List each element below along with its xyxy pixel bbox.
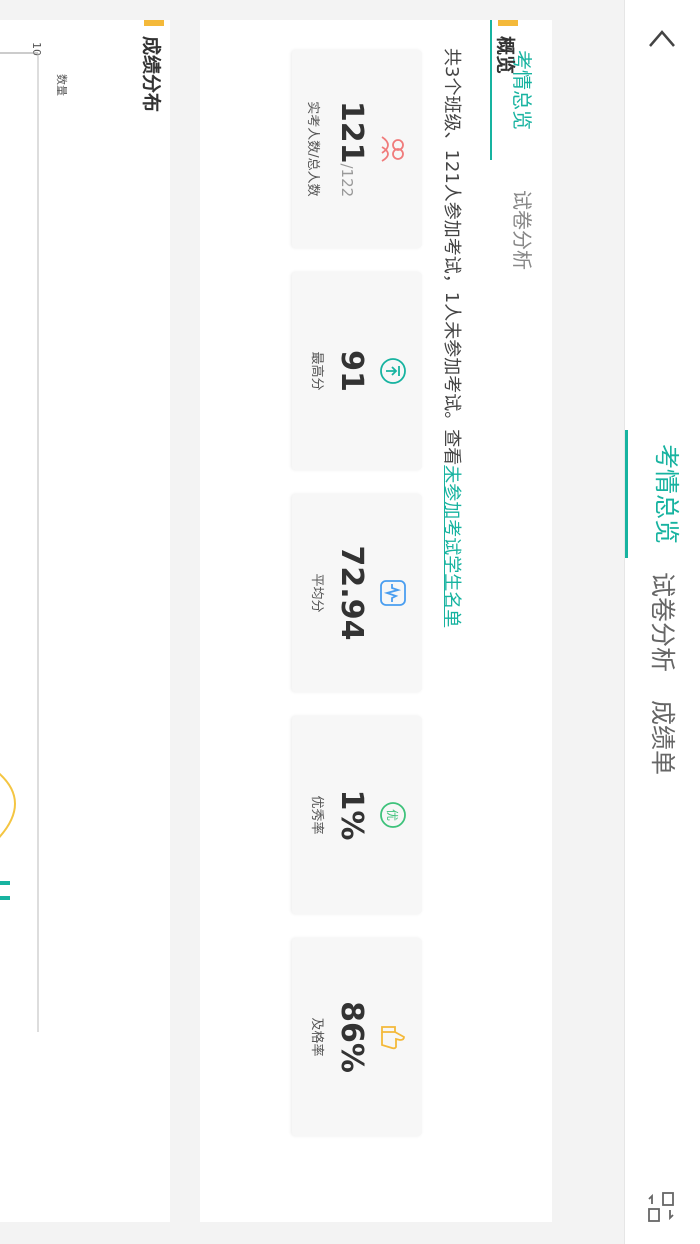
stat-card-attendance: 121/122 实考人数/总人数 — [292, 50, 422, 248]
average-label: 平均分 — [309, 573, 324, 613]
y-axis-label: 数量 — [55, 74, 68, 96]
summary-text: 共3个班级、121人参加考试，1人未参加考试。查看未参加考试学生名单 — [440, 48, 466, 627]
attendance-value: 121/122 — [330, 100, 369, 198]
y-axis-tick: 10 — [30, 42, 43, 56]
pass-rate-icon — [378, 1022, 408, 1052]
highest-label: 最高分 — [309, 351, 324, 391]
overview-panel: 考情总览 试卷分析 概览 共3个班级、121人参加考试，1人未参加考试。查看未参… — [200, 20, 552, 1222]
section-marker — [498, 20, 518, 26]
stat-card-average: 72.94 平均分 — [292, 494, 422, 692]
distribution-curve — [0, 759, 16, 856]
stat-card-highest: 91 最高分 — [292, 272, 422, 470]
attendance-label: 实考人数/总人数 — [305, 101, 320, 197]
tab-paper-analysis[interactable]: 试卷分析 — [625, 558, 700, 686]
back-button[interactable] — [642, 20, 682, 60]
excellent-value: 1% — [334, 789, 369, 841]
distribution-chart: 数量 10 — [0, 42, 68, 1032]
highest-value: 91 — [334, 350, 369, 392]
overview-title: 概览 — [494, 36, 516, 75]
average-value: 72.94 — [334, 545, 369, 641]
excellent-rate-icon: 优 — [378, 800, 408, 830]
distribution-bar — [0, 881, 10, 885]
tab-score-sheet[interactable]: 成绩单 — [625, 686, 700, 789]
tab-exam-overview[interactable]: 考情总览 — [625, 430, 700, 559]
main-tabs: 考情总览 试卷分析 成绩单 — [625, 430, 700, 789]
stat-cards: 121/122 实考人数/总人数 91 最高分 72.94 平均分 优 1% 优… — [292, 50, 422, 1136]
top-nav: 考情总览 试卷分析 成绩单 — [624, 0, 700, 1244]
average-score-icon — [378, 578, 408, 608]
attended-count: 121 — [334, 100, 369, 164]
excellent-label: 优秀率 — [309, 795, 324, 835]
stat-card-excellent: 优 1% 优秀率 — [292, 716, 422, 914]
summary-description: 共3个班级、121人参加考试，1人未参加考试。查看 — [441, 48, 462, 466]
distribution-bar — [0, 896, 10, 900]
pass-label: 及格率 — [309, 1017, 324, 1057]
svg-text:优: 优 — [385, 809, 399, 821]
total-count: /122 — [338, 163, 356, 198]
people-icon — [378, 134, 408, 164]
pass-value: 86% — [334, 1001, 369, 1073]
switch-icon[interactable] — [644, 1190, 678, 1224]
absent-students-link[interactable]: 未参加考试学生名单 — [441, 465, 462, 627]
highest-score-icon — [378, 356, 408, 386]
rotated-content: 考情总览 试卷分析 成绩单 考情总览 试卷分析 概览 共3个班级、121人参加考… — [0, 0, 700, 1244]
stat-card-pass: 86% 及格率 — [292, 938, 422, 1136]
screen: 考情总览 试卷分析 成绩单 考情总览 试卷分析 概览 共3个班级、121人参加考… — [0, 0, 700, 1244]
chevron-left-icon — [649, 30, 675, 47]
subtab-paper-analysis[interactable]: 试卷分析 — [490, 160, 552, 300]
distribution-panel: 成绩分布 数量 10 — [0, 20, 170, 1222]
